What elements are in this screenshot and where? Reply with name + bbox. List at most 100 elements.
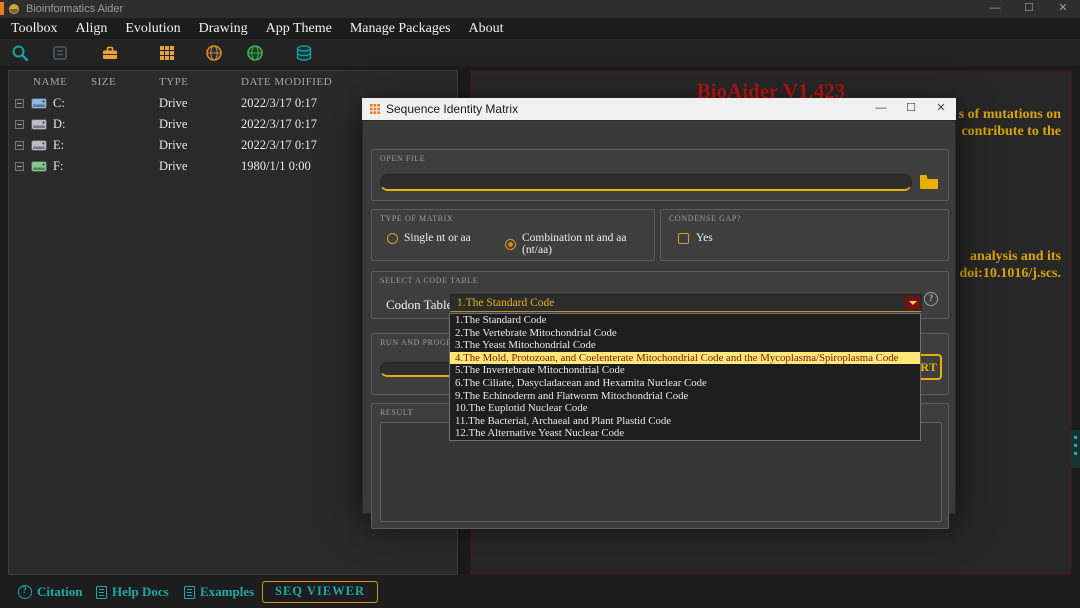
info-text-fragment: contribute to the <box>961 124 1061 139</box>
condense-gap-option-label: Yes <box>696 232 713 244</box>
info-text-fragment: s of mutations on <box>958 107 1061 122</box>
chevron-down-icon[interactable] <box>905 296 920 310</box>
drive-type: Drive <box>159 96 188 110</box>
radio-single-nt-or-aa[interactable]: Single nt or aa <box>387 232 471 244</box>
browse-file-button[interactable] <box>916 170 942 192</box>
file-browser-header: NAME SIZE TYPE DATE MODIFIED <box>9 71 457 93</box>
expander-icon[interactable] <box>15 120 24 129</box>
drive-name: E: <box>53 138 65 152</box>
info-text-fragment: doi:10.1016/j.scs. <box>959 266 1062 281</box>
dialog-maximize-button[interactable]: ☐ <box>896 98 926 120</box>
question-icon <box>18 585 32 599</box>
column-header-date[interactable]: DATE MODIFIED <box>241 76 332 88</box>
drive-icon <box>31 140 47 155</box>
drive-date: 2022/3/17 0:17 <box>241 117 318 131</box>
radio-icon <box>387 232 398 244</box>
dialog-body: OPEN FILE TYPE OF MATRIX Single nt or aa… <box>362 120 956 529</box>
file-path-input[interactable] <box>380 174 912 191</box>
drive-name: F: <box>53 159 64 173</box>
result-label: RESULT <box>380 408 414 417</box>
drive-type: Drive <box>159 117 188 131</box>
toolbox-icon <box>103 46 117 59</box>
dialog-minimize-button[interactable]: — <box>866 98 896 120</box>
menu-app-theme[interactable]: App Theme <box>257 18 341 39</box>
database-icon <box>296 45 312 61</box>
database-tool-button[interactable] <box>294 43 314 63</box>
radio-combination-nt-aa[interactable]: Combination nt and aa (nt/aa) <box>505 232 654 256</box>
dropdown-option[interactable]: 2.The Vertebrate Mitochondrial Code <box>450 327 920 340</box>
drive-icon <box>31 98 47 113</box>
seq-viewer-button[interactable]: SEQ VIEWER <box>262 581 379 603</box>
toolbar <box>0 39 1080 66</box>
dropdown-option[interactable]: 3.The Yeast Mitochondrial Code <box>450 339 920 352</box>
maximize-button[interactable]: ☐ <box>1012 0 1046 18</box>
menu-evolution[interactable]: Evolution <box>116 18 189 39</box>
drive-name: C: <box>53 96 65 110</box>
menu-manage-packages[interactable]: Manage Packages <box>341 18 460 39</box>
codon-table-combobox[interactable]: 1.The Standard Code <box>450 294 922 312</box>
dialog-close-button[interactable]: ✕ <box>926 98 956 120</box>
column-header-name[interactable]: NAME <box>33 76 67 88</box>
align-tool-button[interactable] <box>50 43 70 63</box>
codon-table-selected-value: 1.The Standard Code <box>457 297 555 309</box>
drive-date: 1980/1/1 0:00 <box>241 159 311 173</box>
dropdown-option-highlighted[interactable]: 4.The Mold, Protozoan, and Coelenterate … <box>450 351 920 365</box>
matrix-type-label: TYPE OF MATRIX <box>380 214 454 223</box>
checkbox-icon <box>678 232 689 244</box>
search-tool-button[interactable] <box>10 43 30 63</box>
column-header-type[interactable]: TYPE <box>159 76 189 88</box>
title-bar: Bioinformatics Aider — ☐ ✕ <box>0 0 1080 18</box>
menu-bar: Toolbox Align Evolution Drawing App Them… <box>0 18 1080 39</box>
dropdown-option[interactable]: 11.The Bacterial, Archaeal and Plant Pla… <box>450 415 920 428</box>
help-icon[interactable]: ? <box>924 292 938 306</box>
globe-tool-button[interactable] <box>204 43 224 63</box>
dropdown-option[interactable]: 5.The Invertebrate Mitochondrial Code <box>450 364 920 377</box>
grid-tool-button[interactable] <box>157 43 177 63</box>
menu-about[interactable]: About <box>460 18 513 39</box>
toolbox-tool-button[interactable] <box>100 43 120 63</box>
examples-label: Examples <box>200 584 255 599</box>
green-globe-tool-button[interactable] <box>245 43 265 63</box>
dropdown-option[interactable]: 9.The Echinoderm and Flatworm Mitochondr… <box>450 390 920 403</box>
window-controls: — ☐ ✕ <box>978 0 1080 18</box>
radio-selected-icon <box>505 238 516 250</box>
dialog-title: Sequence Identity Matrix <box>386 102 519 116</box>
open-file-group: OPEN FILE <box>371 149 949 201</box>
examples-link[interactable]: Examples <box>184 576 254 608</box>
dialog-controls: — ☐ ✕ <box>866 98 956 120</box>
dropdown-option[interactable]: 1.The Standard Code <box>450 314 920 327</box>
status-bar: Citation Help Docs Examples SEQ VIEWER <box>0 576 1080 608</box>
condense-gap-checkbox[interactable]: Yes <box>678 232 713 244</box>
minimize-button[interactable]: — <box>978 0 1012 18</box>
expander-icon[interactable] <box>15 99 24 108</box>
expander-icon[interactable] <box>15 141 24 150</box>
menu-toolbox[interactable]: Toolbox <box>2 18 66 39</box>
document-icon <box>96 585 107 599</box>
drive-icon <box>31 161 47 176</box>
dialog-title-bar[interactable]: Sequence Identity Matrix — ☐ ✕ <box>362 98 956 120</box>
help-docs-link[interactable]: Help Docs <box>96 576 169 608</box>
grid-icon <box>160 46 174 60</box>
help-docs-label: Help Docs <box>112 584 169 599</box>
radio-single-label: Single nt or aa <box>404 232 471 244</box>
citation-link[interactable]: Citation <box>18 576 83 608</box>
expander-icon[interactable] <box>15 162 24 171</box>
matrix-type-group: TYPE OF MATRIX Single nt or aa Combinati… <box>371 209 655 261</box>
align-icon <box>53 46 67 60</box>
globe-icon <box>206 45 222 61</box>
right-edge-tab[interactable] <box>1071 430 1080 468</box>
codon-table-field-label: Codon Table: <box>386 297 456 312</box>
menu-align[interactable]: Align <box>66 18 116 39</box>
close-button[interactable]: ✕ <box>1046 0 1080 18</box>
condense-gap-group: CONDENSE GAP? Yes <box>660 209 949 261</box>
dropdown-option[interactable]: 6.The Ciliate, Dasycladacean and Hexamit… <box>450 377 920 390</box>
menu-drawing[interactable]: Drawing <box>190 18 257 39</box>
dropdown-option[interactable]: 12.The Alternative Yeast Nuclear Code <box>450 427 920 440</box>
left-edge-accent <box>0 2 4 15</box>
dropdown-option[interactable]: 10.The Euplotid Nuclear Code <box>450 402 920 415</box>
search-icon <box>12 45 29 62</box>
green-globe-icon <box>247 45 263 61</box>
radio-combination-label: Combination nt and aa (nt/aa) <box>522 232 627 256</box>
column-header-size[interactable]: SIZE <box>91 76 116 88</box>
code-table-group-label: SELECT A CODE TABLE <box>380 276 479 285</box>
